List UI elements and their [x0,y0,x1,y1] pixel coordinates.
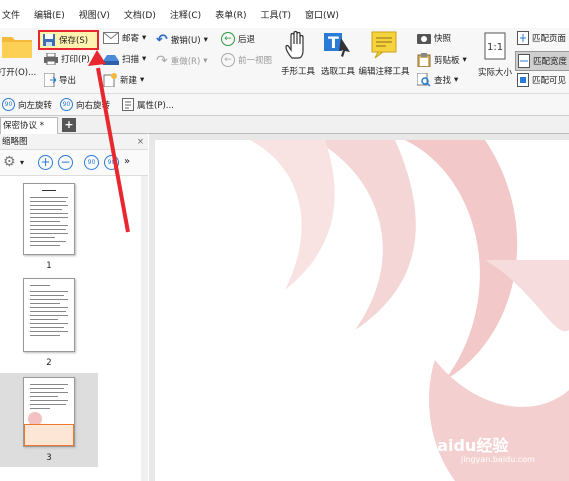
annotation-arrow [88,50,130,233]
